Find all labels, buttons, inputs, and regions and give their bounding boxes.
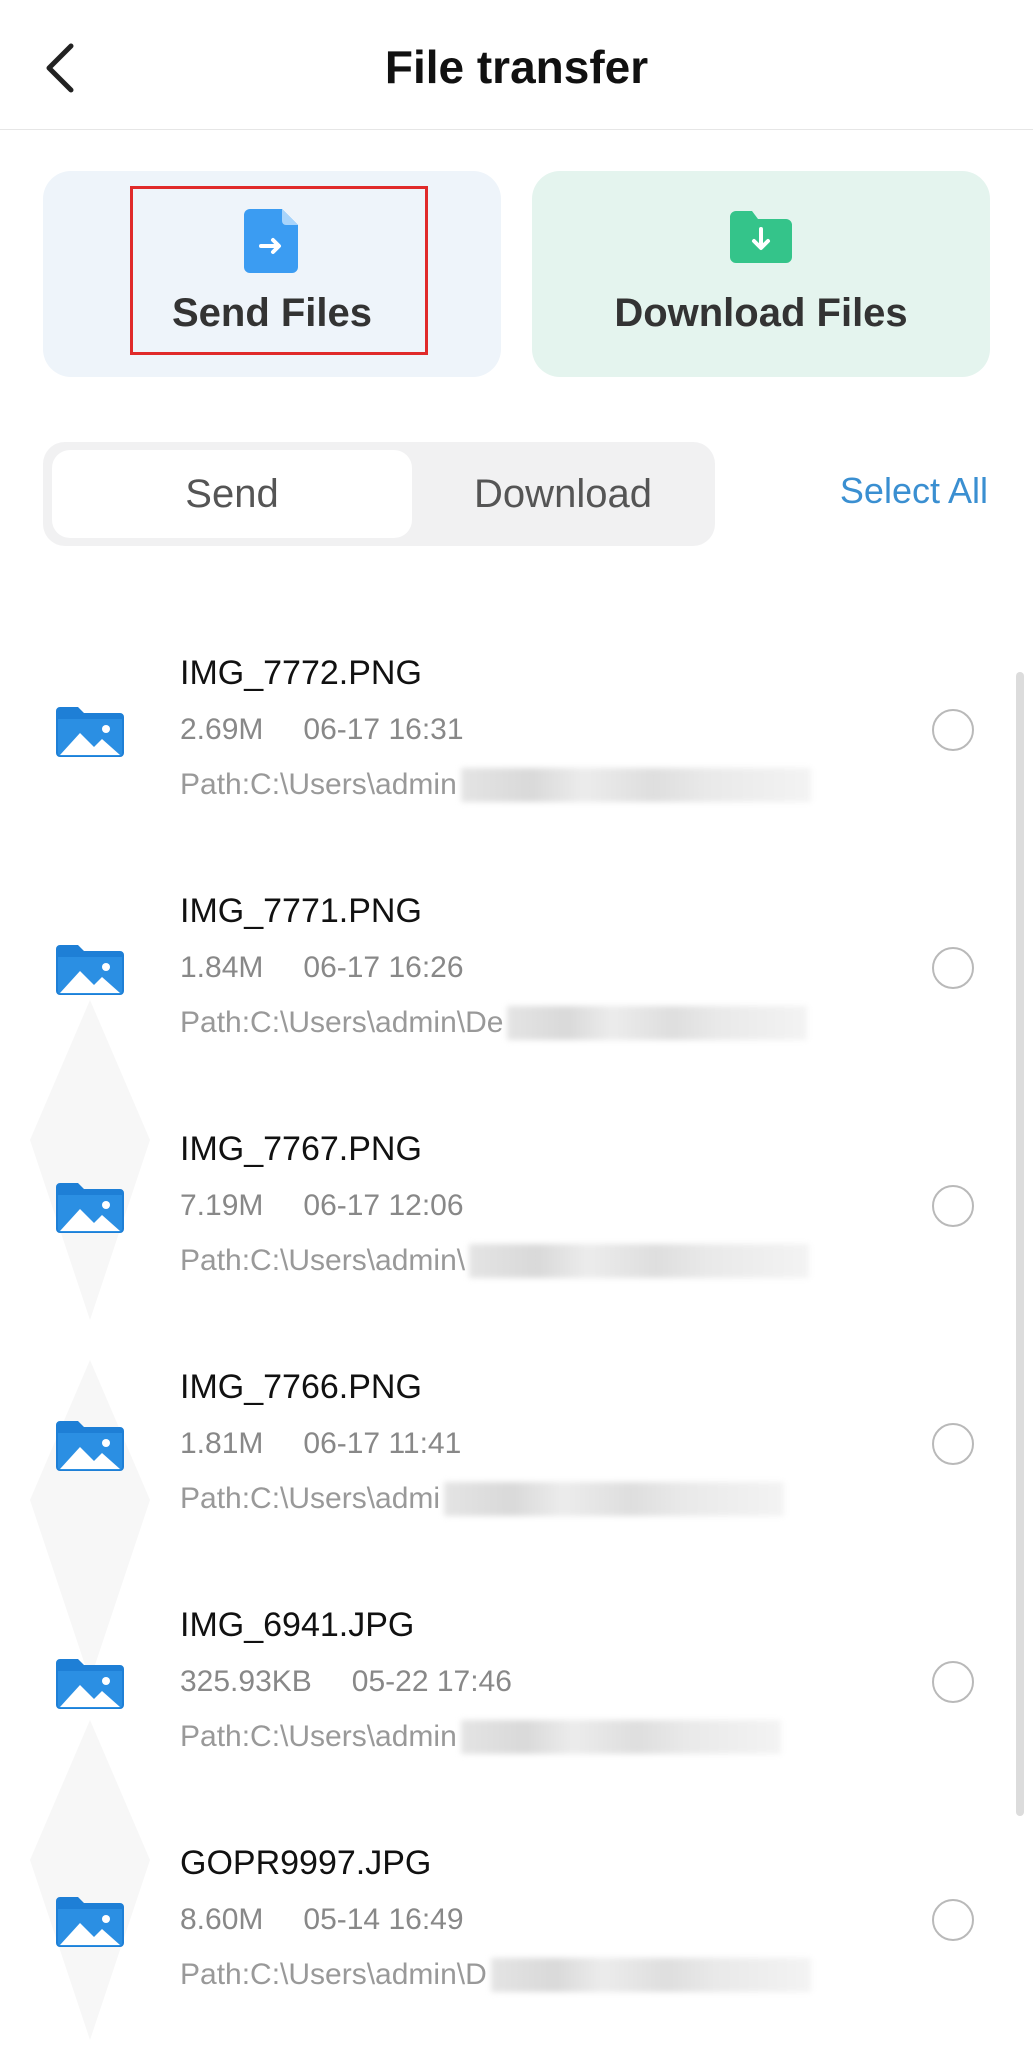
redacted-path [460, 1720, 781, 1754]
file-name: GOPR9997.JPG [180, 1844, 432, 1882]
image-folder-icon [56, 1183, 124, 1233]
list-item[interactable]: GOPR9997.JPG 8.60M 05-14 16:49 Path:C:\Us… [0, 1810, 1033, 2048]
send-files-card[interactable]: Send Files [43, 171, 501, 377]
file-path: Path:C:\Users\admin\ [180, 1244, 810, 1278]
file-path: Path:C:\Users\admin\D [180, 1958, 811, 1992]
folder-download-icon [730, 211, 792, 263]
select-radio[interactable] [932, 1899, 974, 1941]
file-path: Path:C:\Users\admi [180, 1482, 785, 1516]
file-size: 325.93KB [180, 1665, 312, 1698]
file-date: 06-17 16:31 [303, 713, 464, 746]
image-folder-icon [56, 1659, 124, 1709]
file-path-text: Path:C:\Users\admin [180, 1720, 457, 1753]
file-path: Path:C:\Users\admin\De [180, 1006, 808, 1040]
redacted-path [490, 1958, 811, 1992]
file-send-icon [244, 209, 298, 273]
file-size: 8.60M [180, 1903, 264, 1936]
redacted-path [444, 1482, 785, 1516]
list-item[interactable]: IMG_7772.PNG 2.69M 06-17 16:31 Path:C:\Us… [0, 620, 1033, 858]
redacted-path [460, 768, 811, 802]
file-meta: 1.84M 06-17 16:26 [180, 951, 464, 985]
file-date: 05-14 16:49 [303, 1903, 464, 1936]
tab-send[interactable]: Send [52, 450, 412, 538]
file-date: 06-17 16:26 [303, 951, 464, 984]
file-name: IMG_7772.PNG [180, 654, 422, 692]
file-name: IMG_7766.PNG [180, 1368, 422, 1406]
file-path-text: Path:C:\Users\admin [180, 768, 457, 801]
list-item[interactable]: IMG_6941.JPG 325.93KB 05-22 17:46 Path:C:… [0, 1572, 1033, 1810]
file-list: IMG_7772.PNG 2.69M 06-17 16:31 Path:C:\Us… [0, 620, 1033, 2048]
tab-switcher: Send Download [43, 442, 715, 546]
select-radio[interactable] [932, 947, 974, 989]
redacted-path [507, 1006, 808, 1040]
file-size: 7.19M [180, 1189, 264, 1222]
file-path: Path:C:\Users\admin [180, 1720, 781, 1754]
list-item[interactable]: IMG_7766.PNG 1.81M 06-17 11:41 Path:C:\Us… [0, 1334, 1033, 1572]
file-name: IMG_6941.JPG [180, 1606, 415, 1644]
file-size: 2.69M [180, 713, 264, 746]
file-name: IMG_7767.PNG [180, 1130, 422, 1168]
redacted-path [469, 1244, 810, 1278]
file-name: IMG_7771.PNG [180, 892, 422, 930]
file-transfer-screen: File transfer Send Files Download Files [0, 0, 1033, 2048]
page-title: File transfer [384, 41, 649, 93]
file-path: Path:C:\Users\admin [180, 768, 811, 802]
image-folder-icon [56, 707, 124, 757]
header-bar: File transfer [0, 0, 1033, 130]
list-item[interactable]: IMG_7767.PNG 7.19M 06-17 12:06 Path:C:\Us… [0, 1096, 1033, 1334]
image-folder-icon [56, 945, 124, 995]
download-files-card[interactable]: Download Files [532, 171, 990, 377]
file-path-text: Path:C:\Users\admin\ [180, 1244, 466, 1277]
file-date: 05-22 17:46 [351, 1665, 512, 1698]
file-size: 1.84M [180, 951, 264, 984]
select-radio[interactable] [932, 1661, 974, 1703]
list-item[interactable]: IMG_7771.PNG 1.84M 06-17 16:26 Path:C:\Us… [0, 858, 1033, 1096]
select-radio[interactable] [932, 1185, 974, 1227]
file-meta: 2.69M 06-17 16:31 [180, 713, 464, 747]
file-meta: 7.19M 06-17 12:06 [180, 1189, 464, 1223]
file-path-text: Path:C:\Users\admin\D [180, 1958, 487, 1991]
download-files-label: Download Files [614, 291, 908, 335]
file-meta: 325.93KB 05-22 17:46 [180, 1665, 512, 1699]
select-all-link[interactable]: Select All [840, 470, 988, 512]
file-date: 06-17 12:06 [303, 1189, 464, 1222]
file-meta: 1.81M 06-17 11:41 [180, 1427, 461, 1461]
image-folder-icon [56, 1897, 124, 1947]
select-radio[interactable] [932, 1423, 974, 1465]
file-path-text: Path:C:\Users\admi [180, 1482, 441, 1515]
select-radio[interactable] [932, 709, 974, 751]
file-date: 06-17 11:41 [303, 1427, 462, 1460]
tab-download[interactable]: Download [418, 450, 708, 538]
file-size: 1.81M [180, 1427, 264, 1460]
image-folder-icon [56, 1421, 124, 1471]
send-files-label: Send Files [171, 291, 373, 335]
file-meta: 8.60M 05-14 16:49 [180, 1903, 464, 1937]
file-path-text: Path:C:\Users\admin\De [180, 1006, 504, 1039]
